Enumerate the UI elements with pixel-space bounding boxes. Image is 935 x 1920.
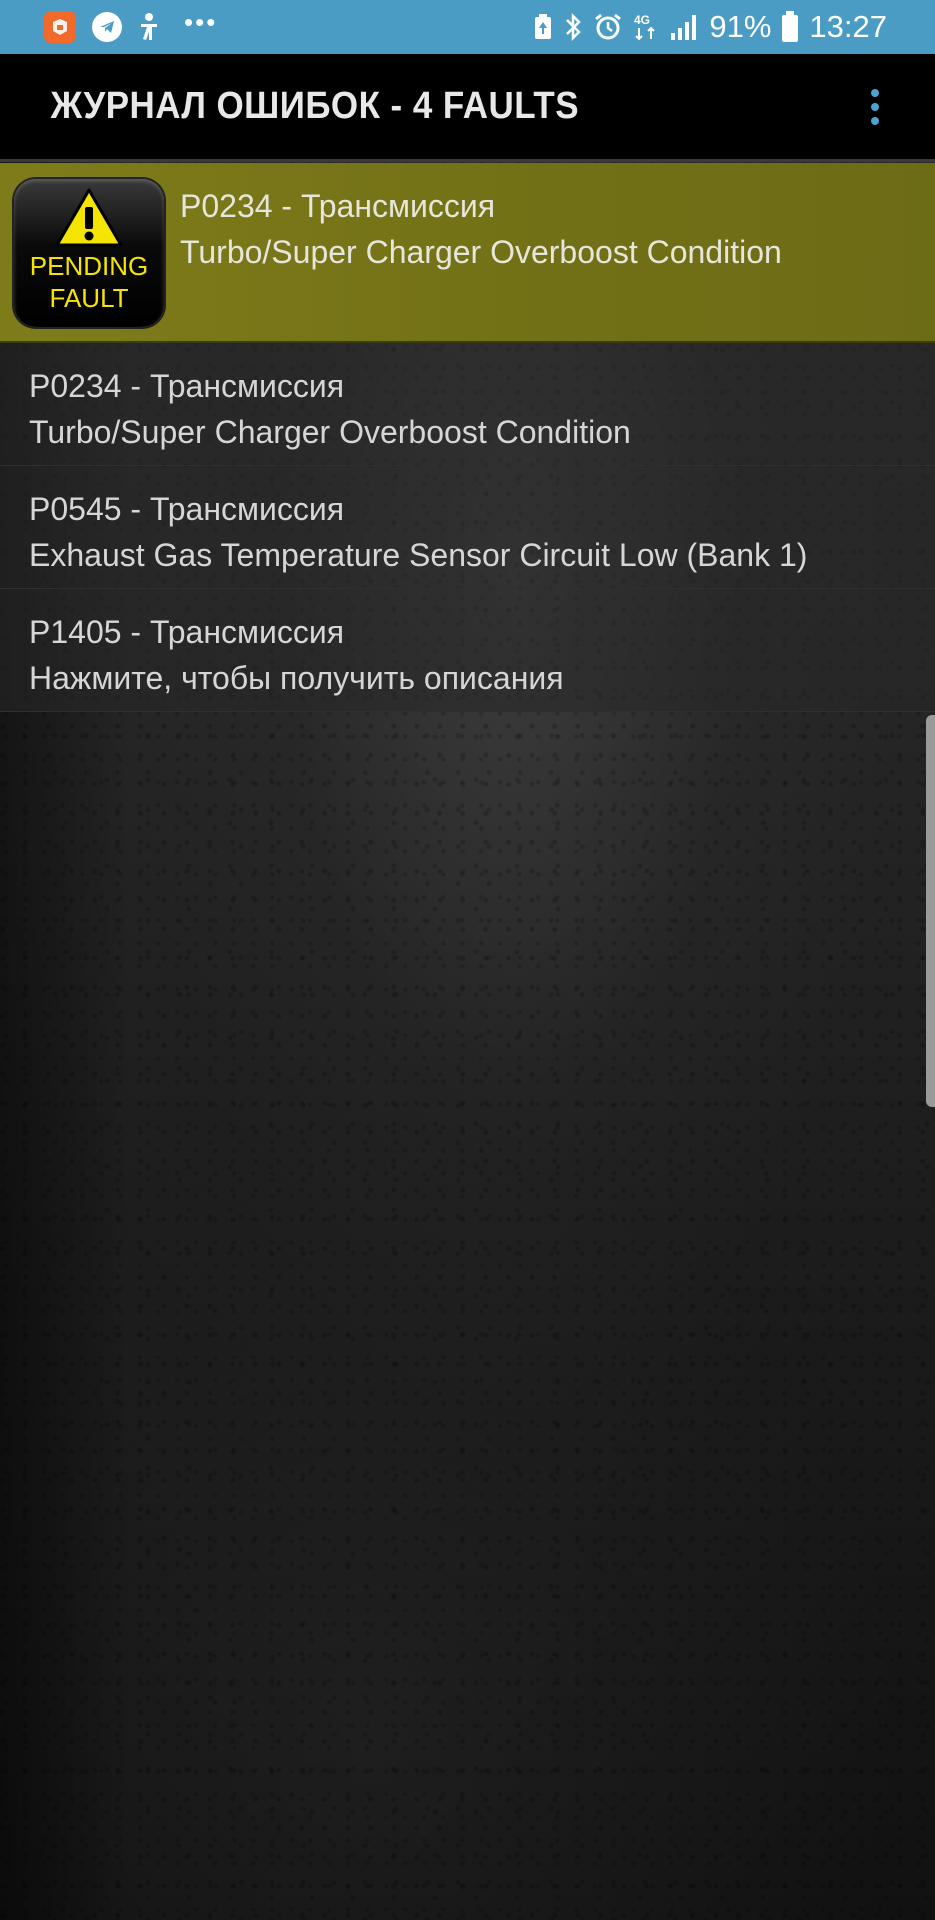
alarm-icon xyxy=(593,12,623,42)
warning-icon xyxy=(55,188,123,247)
battery-saver-icon xyxy=(533,13,553,41)
fault-code: P0234 - Трансмиссия xyxy=(29,368,345,404)
fault-list: PENDING FAULT P0234 - Трансмиссия Turbo/… xyxy=(0,163,935,712)
clock: 13:27 xyxy=(809,9,887,44)
pending-fault-badge: PENDING FAULT xyxy=(14,179,164,327)
signal-icon xyxy=(669,13,699,41)
fault-description: Turbo/Super Charger Overboost Condition xyxy=(29,414,631,450)
fault-description: Turbo/Super Charger Overboost Condition xyxy=(180,234,782,270)
svg-text:4G: 4G xyxy=(634,13,650,27)
overflow-menu-icon[interactable] xyxy=(863,83,887,131)
bluetooth-icon xyxy=(563,12,583,42)
fault-description: Нажмите, чтобы получить описания xyxy=(29,660,564,696)
badge-label-line1: PENDING xyxy=(29,251,149,281)
more-notifications-icon: ••• xyxy=(184,7,218,37)
fault-item[interactable]: P0234 - Трансмиссия Turbo/Super Charger … xyxy=(0,343,935,466)
app-notification-icon xyxy=(44,11,76,43)
telegram-icon xyxy=(92,12,122,42)
network-4g-icon: 4G xyxy=(633,12,659,42)
badge-label-line2: FAULT xyxy=(49,283,129,313)
fault-code: P0545 - Трансмиссия xyxy=(29,491,345,527)
fault-item-pending[interactable]: PENDING FAULT P0234 - Трансмиссия Turbo/… xyxy=(0,163,935,343)
fault-code: P0234 - Трансмиссия xyxy=(180,188,496,224)
page-title: ЖУРНАЛ ОШИБОК - 4 FAULTS xyxy=(50,85,580,127)
battery-percent: 91% xyxy=(709,9,772,44)
fault-description: Exhaust Gas Temperature Sensor Circuit L… xyxy=(29,537,808,573)
fault-item[interactable]: P0545 - Трансмиссия Exhaust Gas Temperat… xyxy=(0,466,935,589)
battery-icon xyxy=(781,11,799,43)
accessibility-icon xyxy=(138,12,160,42)
app-toolbar: ЖУРНАЛ ОШИБОК - 4 FAULTS xyxy=(0,54,935,162)
fault-item[interactable]: P1405 - Трансмиссия Нажмите, чтобы получ… xyxy=(0,589,935,712)
scroll-handle[interactable] xyxy=(926,715,935,1107)
status-bar: ••• 4G 91% 13:27 xyxy=(0,0,935,54)
fault-code: P1405 - Трансмиссия xyxy=(29,614,345,650)
